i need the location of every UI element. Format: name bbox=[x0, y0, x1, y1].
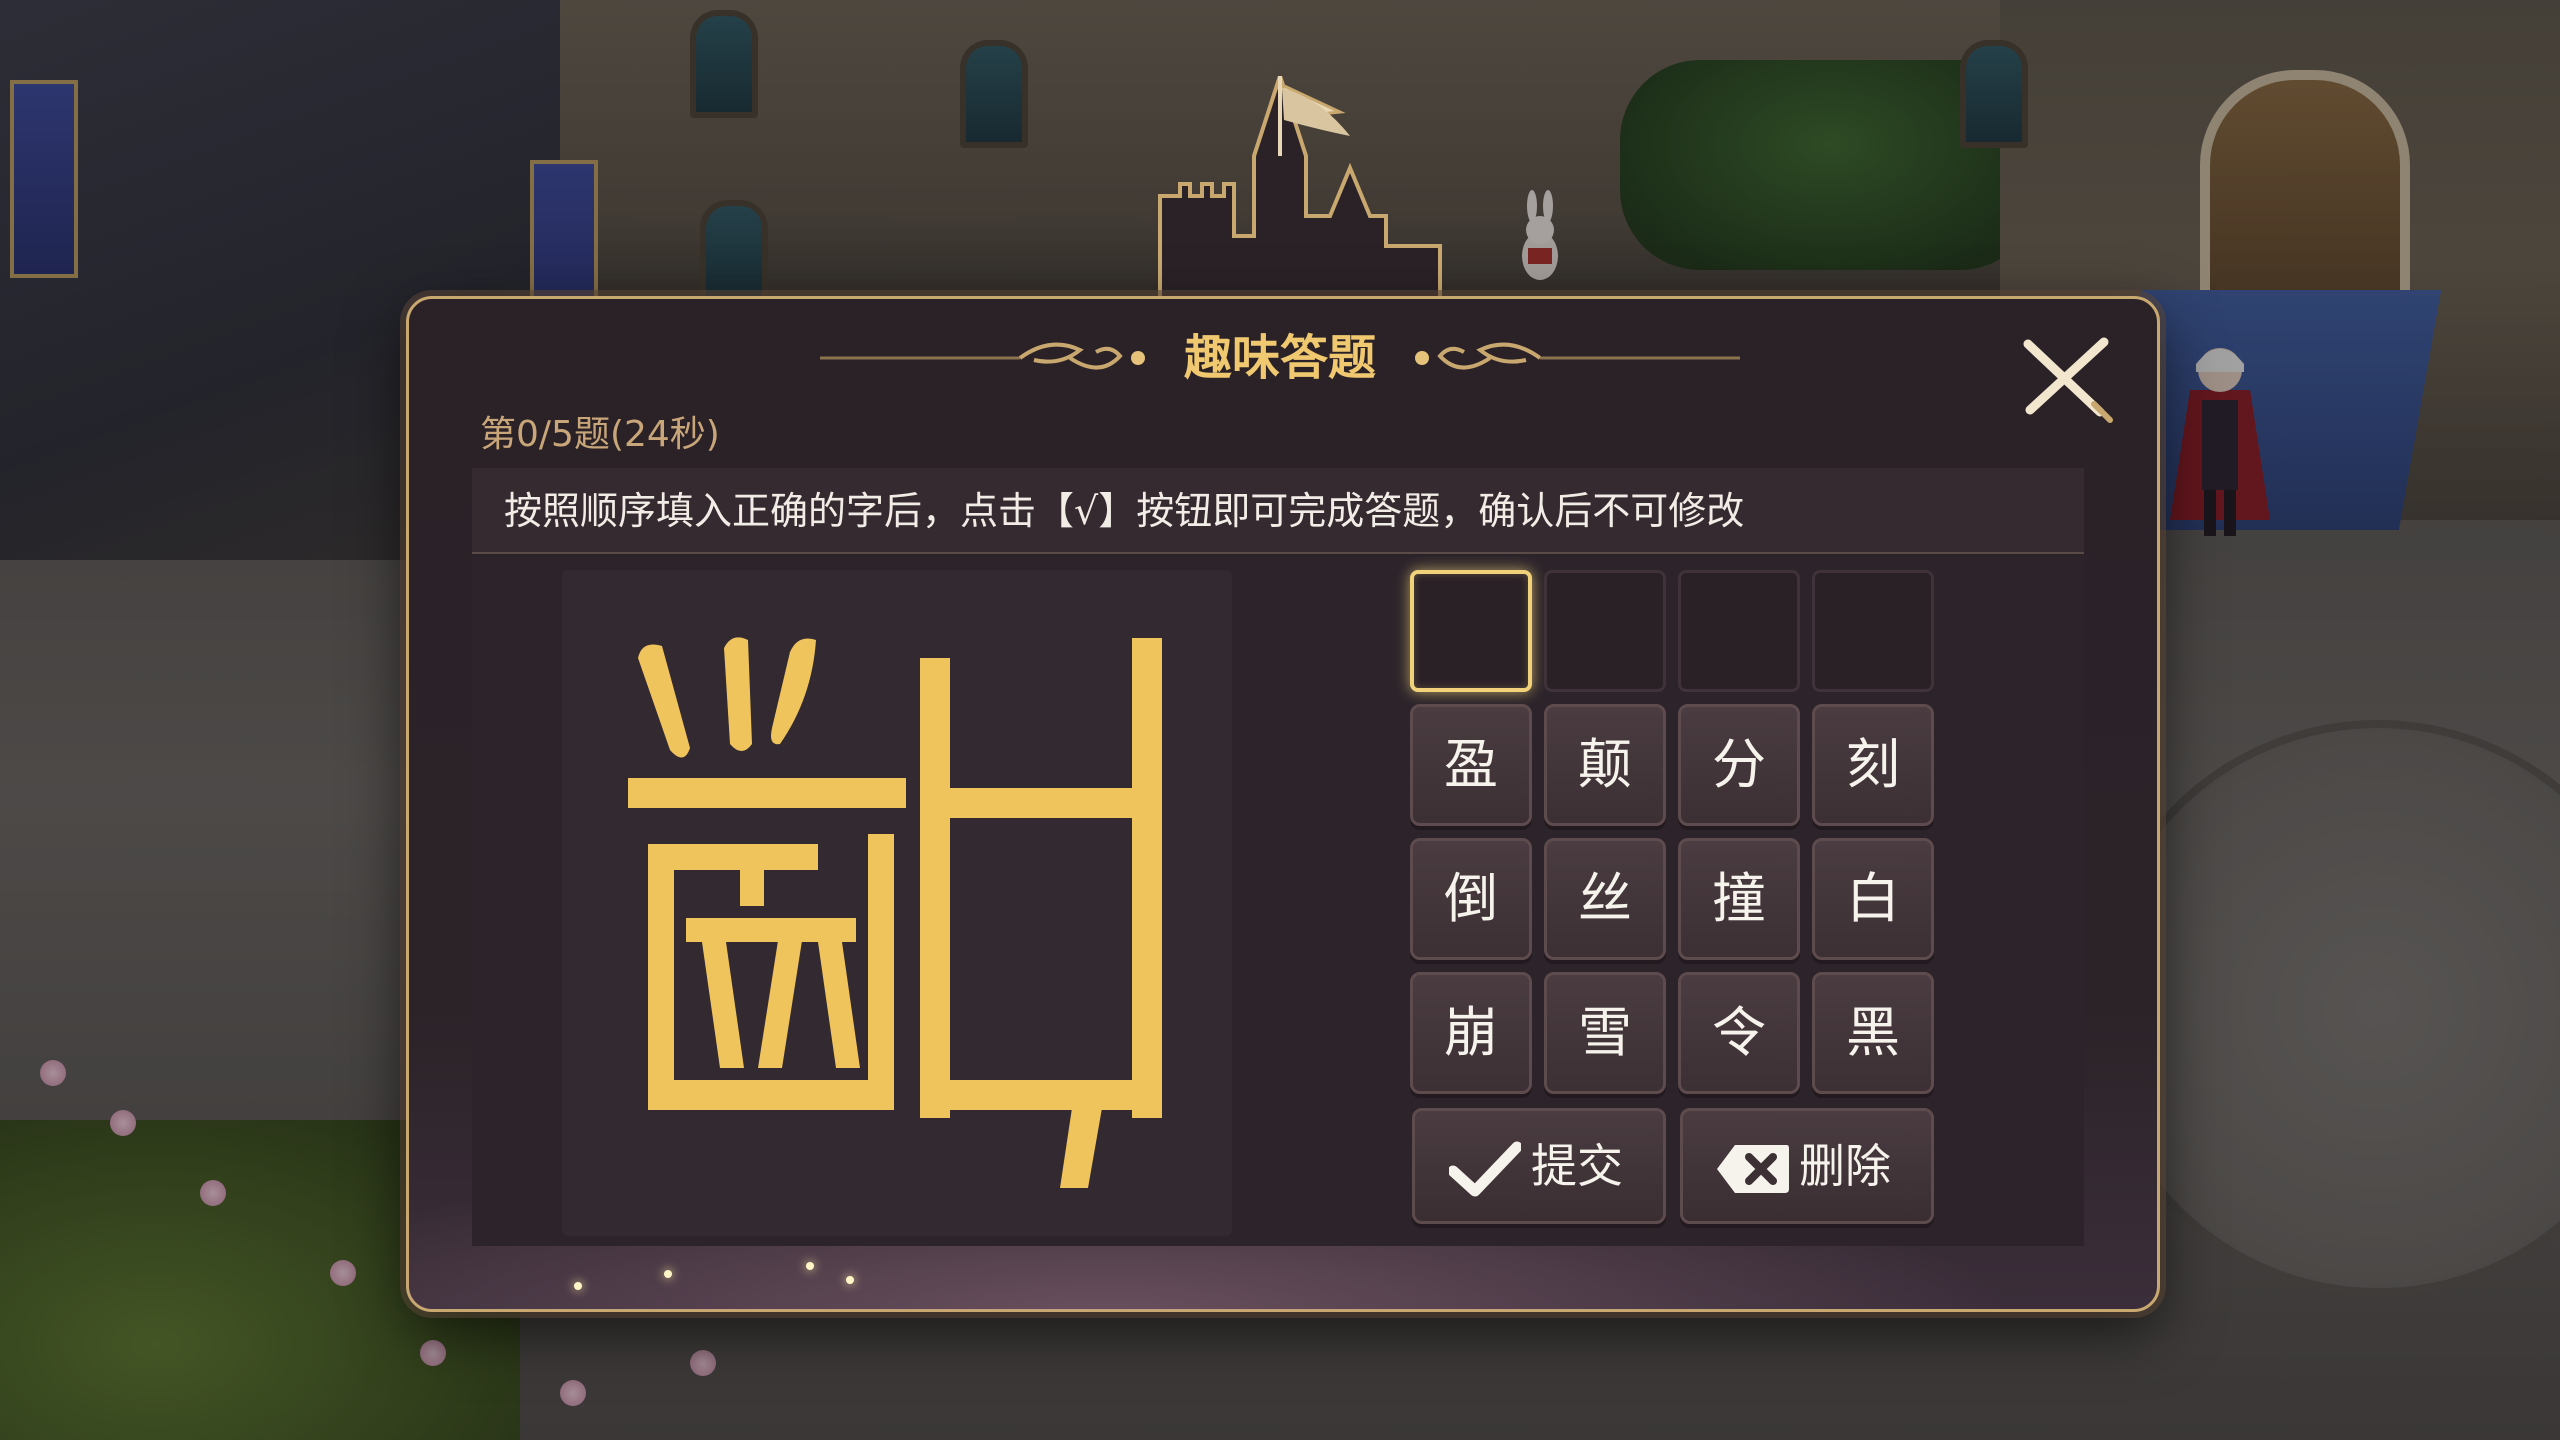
char-key[interactable]: 雪 bbox=[1544, 972, 1666, 1094]
sparkle-decoration bbox=[846, 1276, 854, 1284]
char-key[interactable]: 倒 bbox=[1410, 838, 1532, 960]
castle-crest-ornament bbox=[1158, 76, 1442, 312]
backspace-icon bbox=[1717, 1145, 1789, 1193]
sparkle-decoration bbox=[664, 1270, 672, 1278]
char-key[interactable]: 崩 bbox=[1410, 972, 1532, 1094]
char-key[interactable]: 令 bbox=[1678, 972, 1800, 1094]
submit-label: 提交 bbox=[1531, 1139, 1623, 1193]
dialog-title: 趣味答题 bbox=[1183, 330, 1376, 386]
char-key[interactable]: 撞 bbox=[1678, 838, 1800, 960]
answer-slot-2[interactable] bbox=[1544, 570, 1666, 692]
char-key[interactable]: 白 bbox=[1812, 838, 1934, 960]
close-button[interactable] bbox=[2016, 334, 2116, 424]
char-key[interactable]: 分 bbox=[1678, 704, 1800, 826]
delete-label: 删除 bbox=[1799, 1139, 1891, 1193]
char-key[interactable]: 颠 bbox=[1544, 704, 1666, 826]
close-icon bbox=[2023, 337, 2113, 423]
question-progress: 第0/5题(24秒) bbox=[480, 414, 720, 455]
char-key[interactable]: 丝 bbox=[1544, 838, 1666, 960]
submit-button[interactable]: 提交 bbox=[1412, 1108, 1666, 1224]
answer-slot-4[interactable] bbox=[1812, 570, 1934, 692]
instruction-text: 按照顺序填入正确的字后，点击【√】按钮即可完成答题，确认后不可修改 bbox=[504, 489, 1745, 533]
char-key[interactable]: 刻 bbox=[1812, 704, 1934, 826]
sparkle-decoration bbox=[806, 1262, 814, 1270]
answer-slot-3[interactable] bbox=[1678, 570, 1800, 692]
answer-slot-1[interactable] bbox=[1410, 570, 1532, 692]
puzzle-glyph-image bbox=[628, 637, 1162, 1188]
check-icon bbox=[1449, 1141, 1521, 1197]
sparkle-decoration bbox=[574, 1282, 582, 1290]
char-key[interactable]: 黑 bbox=[1812, 972, 1934, 1094]
game-screen: 趣味答题 第0/5题(24秒) 按照顺序填入正确的字后，点击【√】按钮即可完成答… bbox=[0, 0, 2560, 1440]
char-key[interactable]: 盈 bbox=[1410, 704, 1532, 826]
delete-button[interactable]: 删除 bbox=[1680, 1108, 1934, 1224]
